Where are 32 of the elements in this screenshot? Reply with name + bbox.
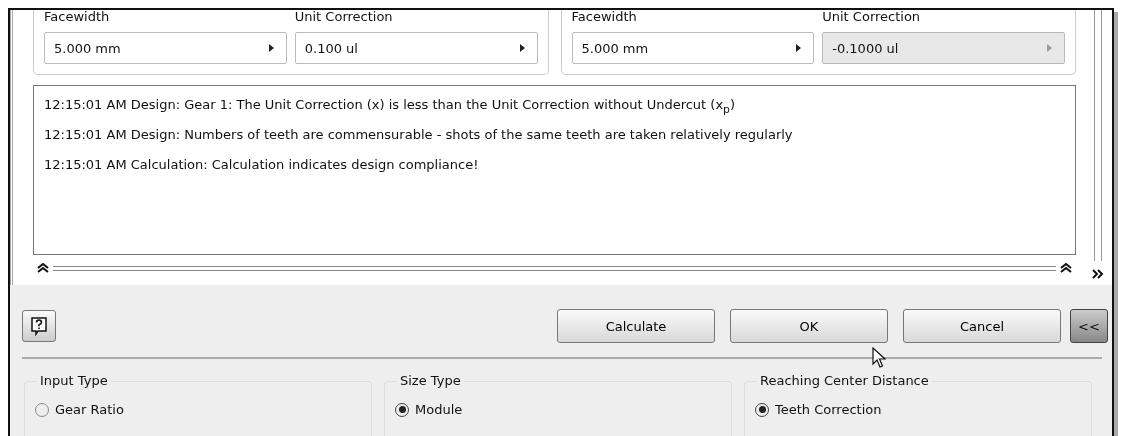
double-caret-icon[interactable] <box>37 263 49 273</box>
radio-button[interactable] <box>755 402 769 417</box>
radio-button[interactable] <box>395 402 409 417</box>
collapse-button[interactable]: << <box>1070 309 1108 343</box>
radio-label: Teeth Correction <box>775 402 882 417</box>
dialog-button[interactable]: Calculate <box>557 309 715 343</box>
log-message: 12:15:01 AM Design: Gear 1: The Unit Correction (x) is less than the Unit Correction without Undercut (x$_{p}$) <box>44 96 737 118</box>
value-field[interactable]: 5.000 mm <box>44 32 287 64</box>
help-button[interactable] <box>22 310 56 342</box>
field-label: Facewidth <box>44 10 111 24</box>
field-label: Unit Correction <box>294 10 394 24</box>
group-title: Reaching Center Distance <box>757 372 932 390</box>
dialog-button[interactable]: OK <box>730 309 888 343</box>
double-caret-icon[interactable] <box>1060 263 1072 273</box>
field-label: Facewidth <box>571 10 638 24</box>
group-title: Size Type <box>397 372 464 390</box>
value-field[interactable]: 0.100 ul <box>294 32 538 64</box>
arrow-icon[interactable] <box>796 44 802 52</box>
value-field[interactable]: 5.000 mm <box>571 32 815 64</box>
arrow-icon[interactable] <box>519 44 525 52</box>
dialog-button[interactable]: Cancel <box>903 309 1061 343</box>
radio-button[interactable] <box>35 402 49 417</box>
splitter-bar[interactable] <box>1094 10 1102 261</box>
field-label: Unit Correction <box>822 10 922 24</box>
radio-label: Gear Ratio <box>55 402 124 417</box>
radio-label: Module <box>415 402 463 417</box>
log-message: 12:15:01 AM Design: Numbers of teeth are commensurable - shots of the same teeth are taken relatively regularly <box>44 126 794 144</box>
arrow-icon[interactable] <box>268 44 274 52</box>
cursor-icon <box>872 347 886 369</box>
log-message: 12:15:01 AM Calculation: Calculation indicates design compliance! <box>44 156 480 174</box>
help-icon <box>29 316 49 336</box>
double-chevron-icon[interactable] <box>1092 269 1104 279</box>
